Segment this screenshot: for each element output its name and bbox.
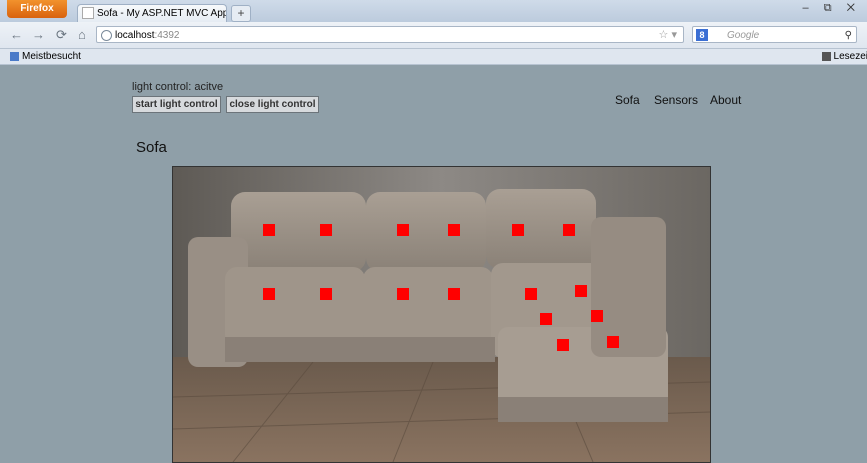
search-input[interactable]: 8 Google ⚲ (692, 26, 857, 43)
close-light-control-button[interactable]: close light control (226, 96, 319, 113)
light-marker[interactable] (397, 288, 409, 300)
page-content: light control: acitve start light contro… (0, 65, 867, 463)
start-light-control-button[interactable]: start light control (132, 96, 221, 113)
bookmarks-toolbar: Meistbesucht Lesezeic (0, 49, 867, 65)
nav-link-sofa[interactable]: Sofa (615, 93, 640, 107)
back-icon[interactable]: ← (10, 27, 23, 42)
search-icon[interactable]: ⚲ (845, 27, 852, 44)
light-marker[interactable] (448, 288, 460, 300)
page-title: Sofa (136, 139, 167, 156)
sofa-image (172, 166, 711, 463)
light-marker[interactable] (320, 288, 332, 300)
nav-link-about[interactable]: About (710, 93, 741, 107)
sofa-photo (173, 167, 710, 462)
tab-title: Sofa - My ASP.NET MVC Application (97, 8, 226, 19)
bookmark-star-icon[interactable]: ☆ ▾ (659, 27, 677, 44)
new-tab-button[interactable]: + (231, 5, 251, 22)
light-marker[interactable] (263, 288, 275, 300)
reload-icon[interactable]: ⟳ (56, 27, 67, 43)
light-marker[interactable] (320, 224, 332, 236)
bookmarks-menu[interactable]: Lesezeic (821, 49, 867, 64)
light-control-status: light control: acitve (132, 81, 224, 93)
search-placeholder: Google (727, 30, 760, 41)
browser-tab[interactable]: Sofa - My ASP.NET MVC Application (77, 4, 227, 22)
light-marker[interactable] (263, 224, 275, 236)
bookmark-icon (10, 51, 19, 61)
tab-strip: Firefox Sofa - My ASP.NET MVC Applicatio… (0, 0, 867, 22)
bookmark-label: Meistbesucht (22, 51, 81, 62)
forward-icon[interactable]: → (32, 27, 45, 42)
light-marker[interactable] (557, 339, 569, 351)
bookmarks-menu-label: Lesezeic (833, 51, 867, 62)
light-marker[interactable] (540, 313, 552, 325)
light-marker[interactable] (397, 224, 409, 236)
globe-icon (101, 30, 112, 41)
address-bar[interactable]: localhost:4392 ☆ ▾ (96, 26, 684, 43)
window-controls[interactable]: – ⧉ ✕ (803, 2, 861, 15)
light-marker[interactable] (525, 288, 537, 300)
firefox-menu-button[interactable]: Firefox (7, 0, 67, 18)
light-marker[interactable] (575, 285, 587, 297)
light-marker[interactable] (448, 224, 460, 236)
bookmark-most-visited[interactable]: Meistbesucht (10, 49, 81, 64)
light-marker[interactable] (512, 224, 524, 236)
google-icon[interactable]: 8 (696, 29, 708, 41)
page-icon (82, 7, 94, 20)
url-port: :4392 (154, 30, 180, 41)
nav-link-sensors[interactable]: Sensors (654, 93, 698, 107)
light-marker[interactable] (591, 310, 603, 322)
navigation-toolbar: ← → ⟳ ⌂ localhost:4392 ☆ ▾ 8 Google ⚲ (0, 22, 867, 49)
light-marker[interactable] (607, 336, 619, 348)
bookmarks-menu-icon (821, 51, 831, 61)
light-marker[interactable] (563, 224, 575, 236)
home-icon[interactable]: ⌂ (78, 27, 86, 42)
url-host: localhost (115, 30, 155, 41)
